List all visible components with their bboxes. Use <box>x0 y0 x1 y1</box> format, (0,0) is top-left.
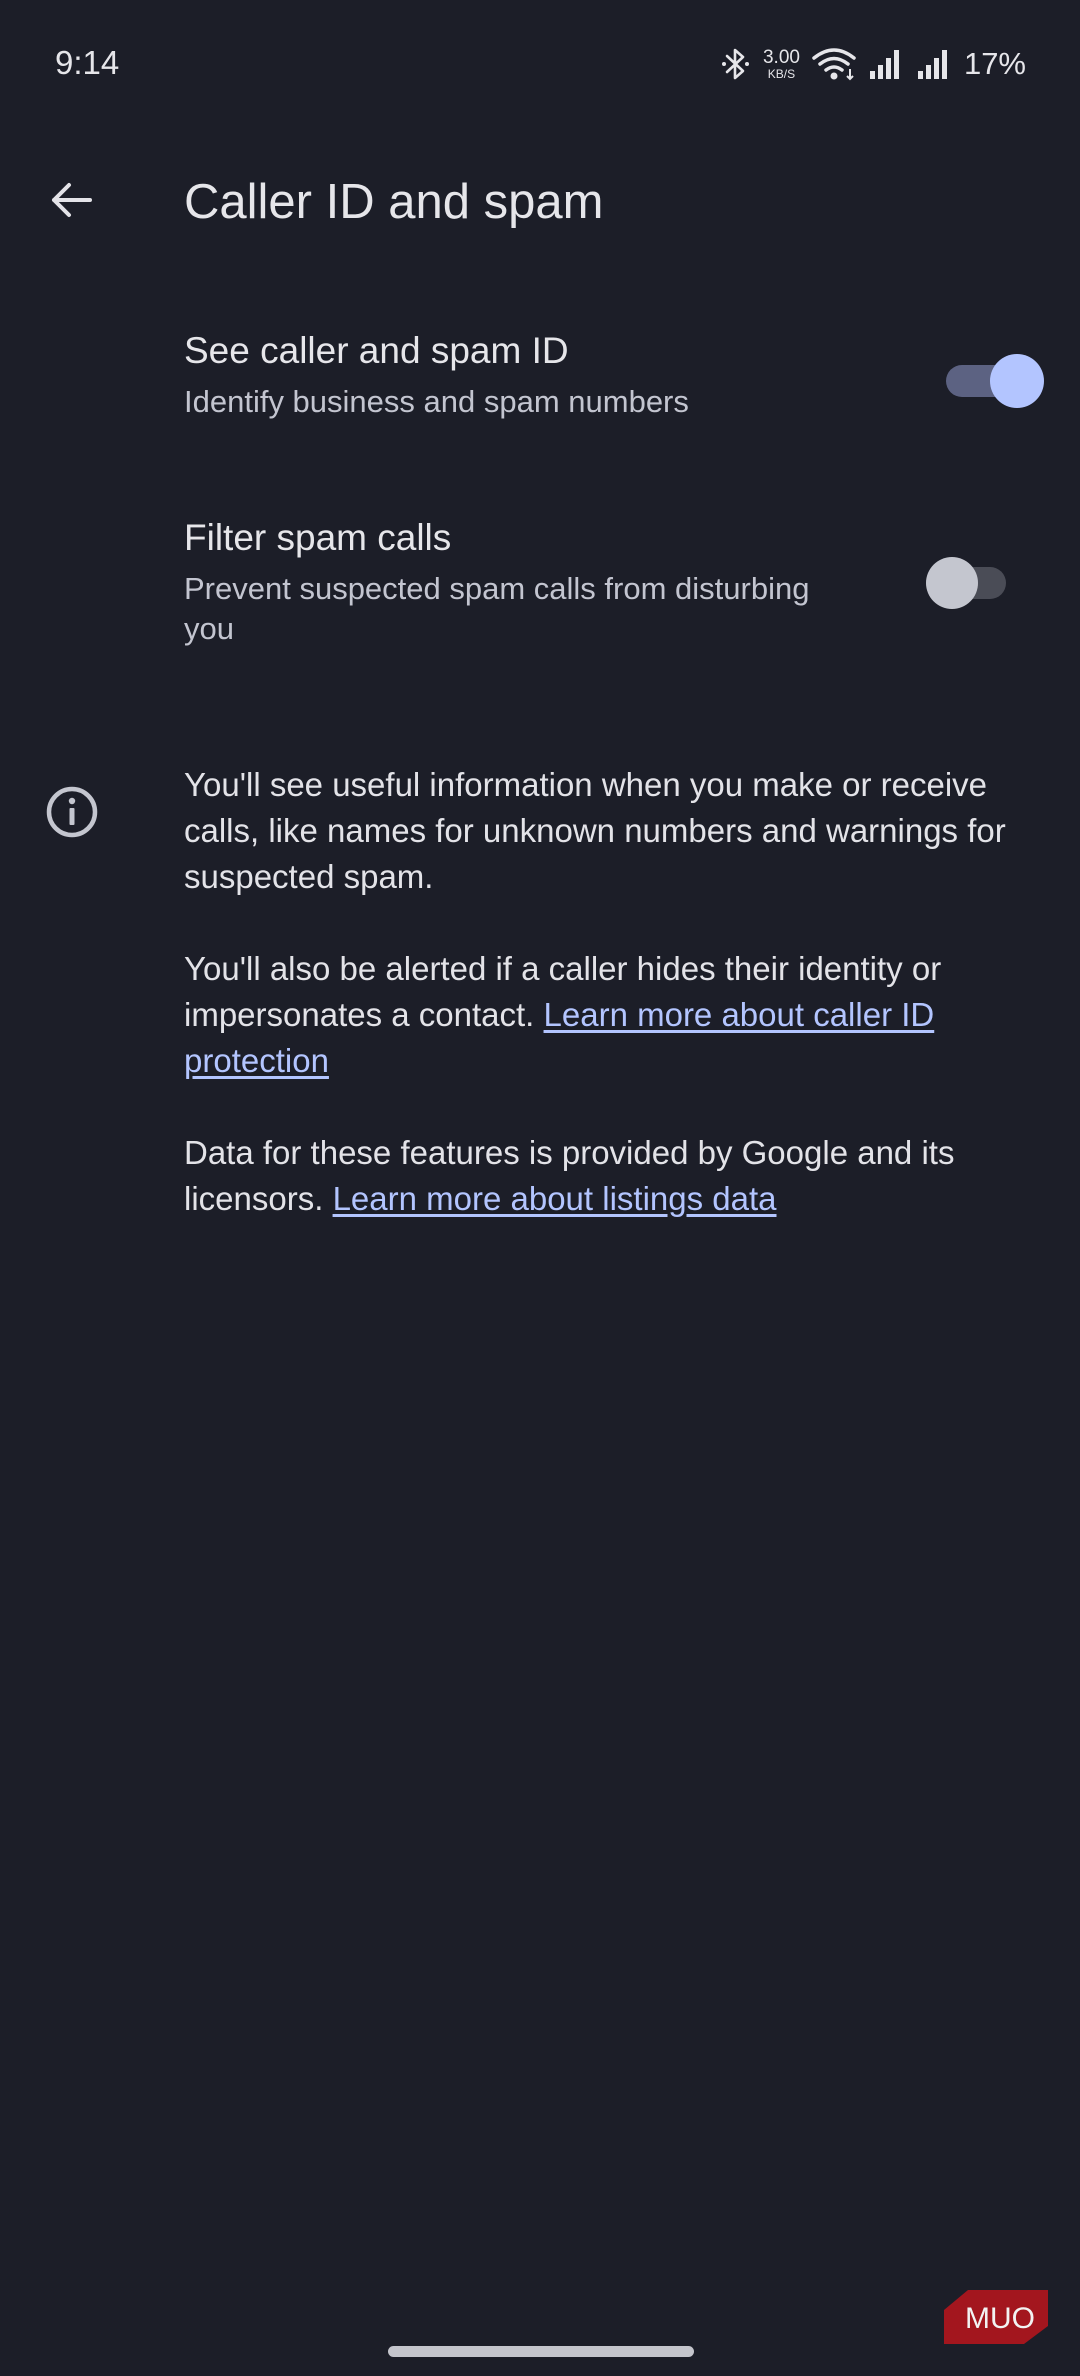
network-speed-value: 3.00 <box>762 47 800 68</box>
setting-row-filter-spam[interactable]: Filter spam calls Prevent suspected spam… <box>0 497 1080 667</box>
info-paragraph-1: You'll see useful information when you m… <box>184 766 1006 895</box>
info-paragraph-2: You'll also be alerted if a caller hides… <box>184 946 1014 1084</box>
gesture-navigation-bar[interactable] <box>388 2346 694 2357</box>
bluetooth-icon <box>721 46 751 82</box>
app-bar: Caller ID and spam <box>0 150 1080 250</box>
setting-title: See caller and spam ID <box>184 330 569 371</box>
toggle-thumb <box>926 557 978 609</box>
network-speed: 3.00 KB/S <box>763 48 800 80</box>
network-speed-unit: KB/S <box>767 67 796 81</box>
status-time: 9:14 <box>55 44 120 81</box>
back-button[interactable] <box>26 172 116 232</box>
watermark-text: MUO <box>965 2302 1035 2335</box>
setting-summary: Prevent suspected spam calls from distur… <box>184 571 810 646</box>
signal-icon <box>916 47 952 81</box>
muo-watermark-logo: MUO <box>944 2290 1048 2344</box>
info-paragraph-3: Data for these features is provided by G… <box>184 1130 1014 1222</box>
status-icons: 3.00 KB/S 17% <box>721 44 1026 84</box>
signal-icon <box>868 47 904 81</box>
toggle-thumb <box>990 354 1044 408</box>
wifi-icon <box>812 47 856 81</box>
filter-spam-toggle[interactable] <box>926 557 1008 609</box>
setting-summary: Identify business and spam numbers <box>184 384 689 419</box>
info-icon <box>44 784 100 840</box>
arrow-back-icon <box>48 177 94 228</box>
page-title: Caller ID and spam <box>184 175 604 229</box>
setting-title: Filter spam calls <box>184 517 452 558</box>
setting-row-caller-spam-id[interactable]: See caller and spam ID Identify business… <box>0 310 1080 460</box>
caller-id-toggle[interactable] <box>946 354 1046 409</box>
learn-more-listings-link[interactable]: Learn more about listings data <box>333 1180 777 1217</box>
battery-percent: 17% <box>963 46 1026 81</box>
status-bar: 9:14 3.00 KB/S 17% <box>0 0 1080 130</box>
